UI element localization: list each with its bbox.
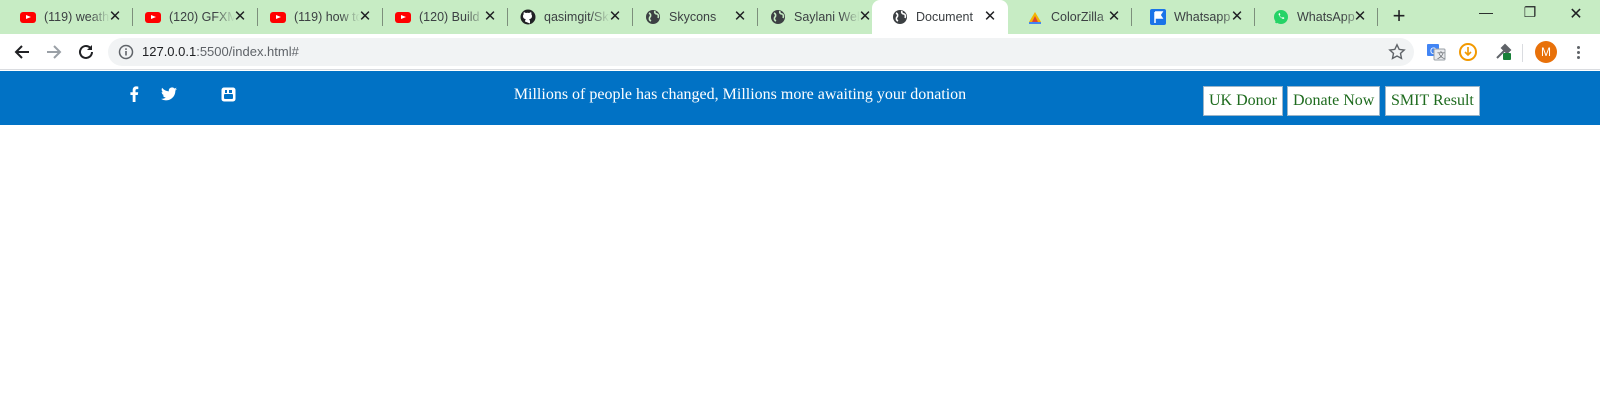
close-icon[interactable]: ✕ — [982, 9, 998, 25]
tab-whatsapp[interactable]: WhatsApp ✕ — [1253, 0, 1378, 34]
colorzilla-icon — [1027, 9, 1043, 25]
tab-title: (120) GFXMentor — [169, 10, 235, 24]
page-viewport: Millions of people has changed, Millions… — [0, 71, 1600, 404]
tab-colorzilla[interactable]: ColorZilla ✕ — [1007, 0, 1132, 34]
close-icon[interactable]: ✕ — [1352, 9, 1368, 25]
globe-icon — [770, 9, 786, 25]
github-icon — [520, 9, 536, 25]
back-arrow-icon — [14, 45, 29, 59]
flag-icon — [1150, 9, 1166, 25]
globe-icon — [892, 9, 908, 25]
svg-text:文: 文 — [1437, 50, 1445, 60]
bookmark-star-icon[interactable] — [1388, 43, 1406, 61]
facebook-icon[interactable] — [127, 85, 141, 103]
tab-title: qasimgit/Skycons — [544, 10, 610, 24]
window-close-button[interactable]: ✕ — [1556, 4, 1596, 26]
youtube-icon — [395, 9, 411, 25]
tab-youtube-gfxmentor[interactable]: (120) GFXMentor ✕ — [125, 0, 258, 34]
address-bar[interactable]: 127.0.0.1:5500/index.html# — [108, 38, 1414, 66]
tab-title: Document — [916, 10, 973, 24]
forward-arrow-icon — [47, 45, 62, 59]
reload-button[interactable] — [74, 40, 98, 64]
close-icon[interactable]: ✕ — [482, 9, 498, 25]
close-icon[interactable]: ✕ — [607, 9, 623, 25]
url-path: :5500/index.html# — [196, 44, 299, 59]
tab-github-skycons[interactable]: qasimgit/Skycons ✕ — [500, 0, 633, 34]
browser-toolbar: 127.0.0.1:5500/index.html# G文 M — [0, 34, 1600, 70]
tab-skycons[interactable]: Skycons ✕ — [625, 0, 758, 34]
close-icon[interactable]: ✕ — [232, 9, 248, 25]
forward-button[interactable] — [42, 40, 66, 64]
toolbar-separator — [1522, 44, 1523, 62]
youtube-icon — [270, 9, 286, 25]
extension-orange-icon[interactable] — [1458, 42, 1478, 62]
close-icon[interactable]: ✕ — [1229, 9, 1245, 25]
youtube-icon[interactable] — [220, 85, 236, 103]
globe-icon — [645, 9, 661, 25]
tab-title: (119) how to — [294, 10, 360, 24]
minimize-button[interactable]: — — [1466, 4, 1506, 26]
back-button[interactable] — [10, 40, 34, 64]
site-top-bar: Millions of people has changed, Millions… — [0, 71, 1600, 125]
google-translate-icon[interactable]: G文 — [1426, 42, 1446, 62]
tab-youtube-build[interactable]: (120) Build ✕ — [375, 0, 508, 34]
tab-strip: (119) weather ✕ (120) GFXMentor ✕ (119) … — [0, 0, 1600, 34]
tab-youtube-how-to[interactable]: (119) how to ✕ — [250, 0, 383, 34]
tab-title: Skycons — [669, 10, 717, 24]
close-icon[interactable]: ✕ — [1106, 9, 1122, 25]
close-icon[interactable]: ✕ — [107, 9, 123, 25]
donation-tagline: Millions of people has changed, Millions… — [513, 86, 967, 103]
tab-saylani-welfare[interactable]: Saylani Welfare ✕ — [750, 0, 883, 34]
browser-menu-icon[interactable] — [1568, 42, 1588, 62]
tab-document-active[interactable]: Document ✕ — [872, 0, 1008, 34]
tab-whatsapp-flag[interactable]: Whatsapp ✕ — [1130, 0, 1255, 34]
close-icon[interactable]: ✕ — [732, 9, 748, 25]
tab-youtube-weather[interactable]: (119) weather ✕ — [0, 0, 133, 34]
close-icon[interactable]: ✕ — [857, 9, 873, 25]
donate-now-button[interactable]: Donate Now — [1287, 86, 1381, 116]
close-icon[interactable]: ✕ — [357, 9, 373, 25]
uk-donor-button[interactable]: UK Donor — [1203, 86, 1283, 116]
tab-title: (120) Build — [419, 10, 480, 24]
tab-separator — [1377, 8, 1378, 26]
profile-avatar[interactable]: M — [1535, 41, 1557, 63]
new-tab-button[interactable]: + — [1387, 5, 1411, 29]
info-icon[interactable] — [118, 44, 134, 60]
eyedropper-extension-icon[interactable] — [1493, 42, 1513, 62]
twitter-icon[interactable] — [160, 85, 178, 103]
tab-title: Saylani Welfare — [794, 10, 860, 24]
url-text[interactable]: 127.0.0.1:5500/index.html# — [142, 44, 299, 59]
reload-icon — [79, 44, 93, 59]
smit-result-button[interactable]: SMIT Result — [1385, 86, 1480, 116]
maximize-button[interactable]: ❐ — [1510, 4, 1550, 26]
youtube-icon — [145, 9, 161, 25]
url-host: 127.0.0.1 — [142, 44, 197, 59]
tab-title: (119) weather — [44, 10, 110, 24]
youtube-icon — [20, 9, 36, 25]
whatsapp-icon — [1273, 9, 1289, 25]
